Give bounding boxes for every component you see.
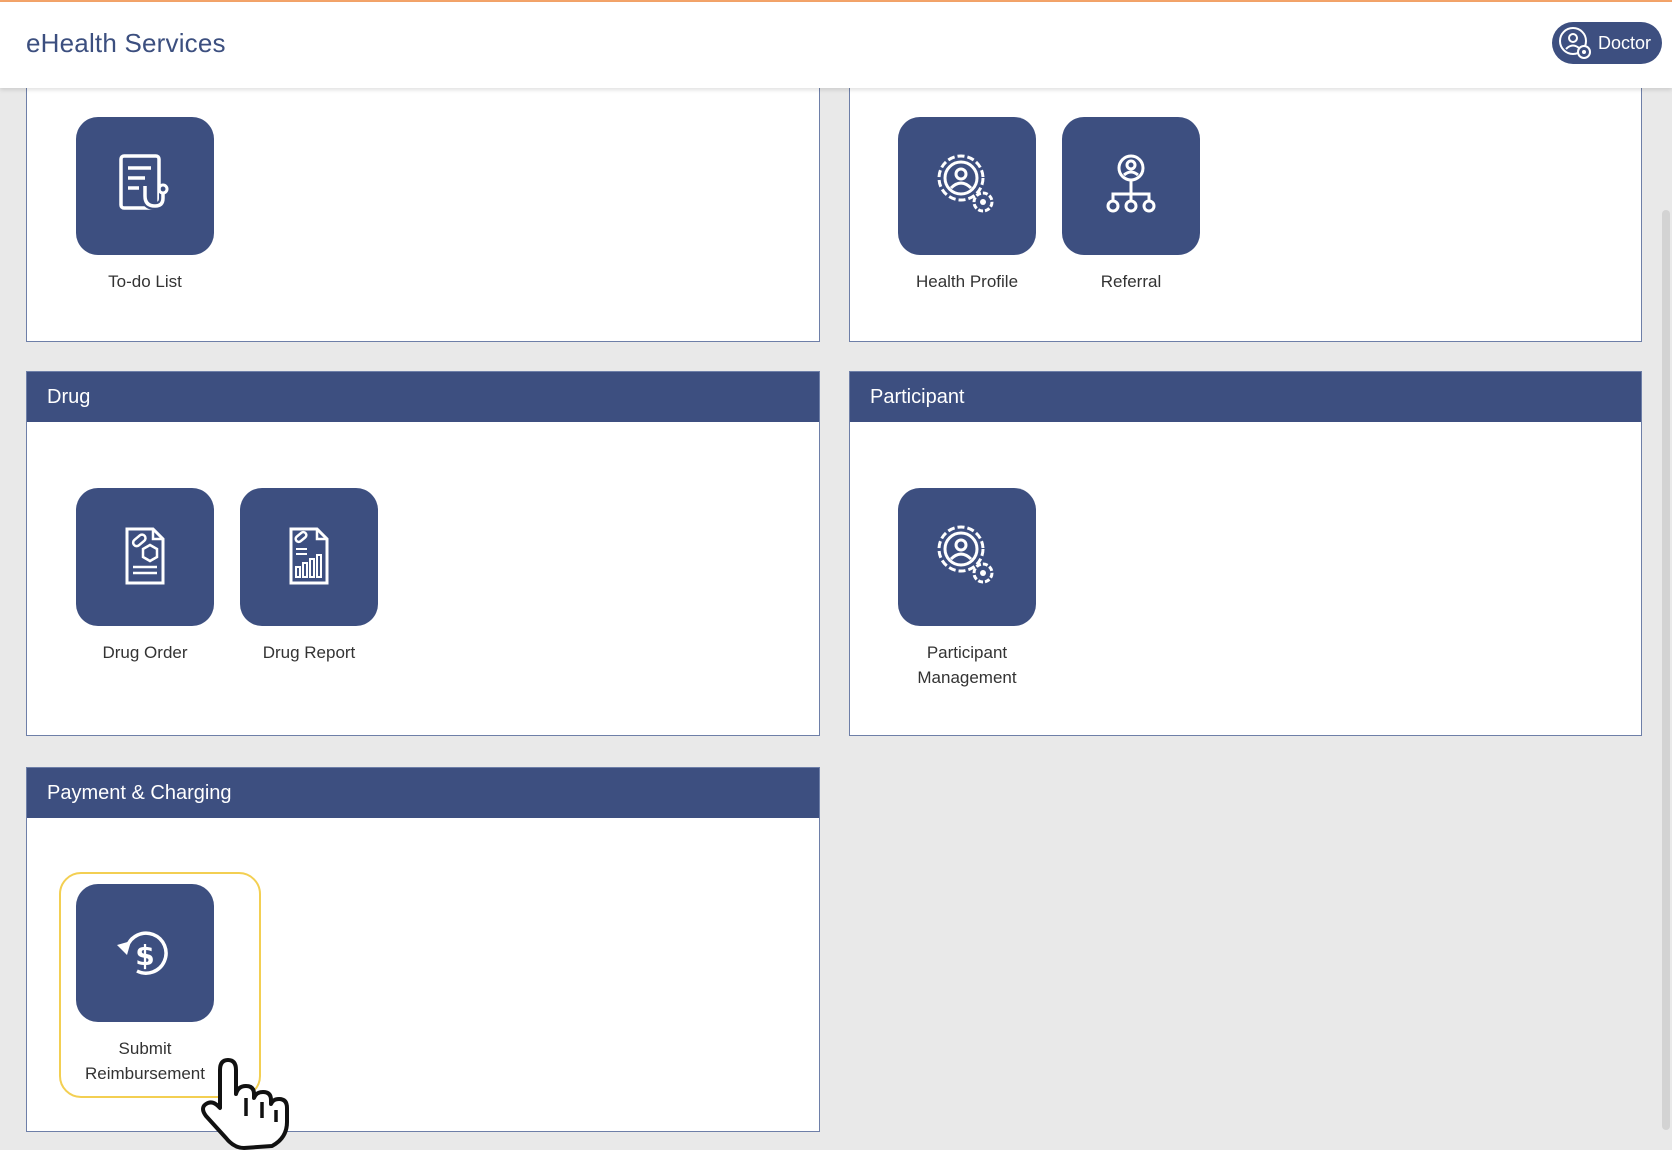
section-card-payment: Payment & Charging $ Submit Reimbursemen…: [26, 767, 820, 1132]
hand-pointer-icon: [201, 1058, 289, 1150]
app-header: eHealth Services Doctor: [0, 2, 1672, 88]
tile-label: Drug Order: [102, 643, 188, 662]
tile-label: Health Profile: [915, 272, 1019, 291]
section-card-participant: Participant Participant Management: [849, 371, 1642, 736]
tile-label: Participant Management: [917, 643, 1017, 687]
tile-todo-list[interactable]: To-do List: [60, 117, 230, 294]
section-header: Drug: [27, 372, 819, 422]
user-role-label: Doctor: [1598, 32, 1652, 53]
tile-drug-order[interactable]: Drug Order: [60, 488, 230, 665]
referral-network-icon: [1106, 154, 1156, 213]
user-gear-icon: [937, 525, 994, 584]
user-role-button[interactable]: Doctor: [1552, 22, 1662, 64]
drug-report-chart-icon: [289, 527, 329, 585]
clipboard-stethoscope-icon: [119, 154, 169, 211]
tile-health-profile[interactable]: Health Profile: [882, 117, 1052, 294]
tile-participant-management[interactable]: Participant Management: [882, 488, 1052, 690]
section-card-drug: Drug Drug Order Drug Report: [26, 371, 820, 736]
section-header: Participant: [850, 372, 1641, 422]
tile-label: Drug Report: [262, 643, 356, 662]
section-header: Payment & Charging: [27, 768, 819, 818]
section-card-todo: To-do List: [26, 70, 820, 342]
tile-referral[interactable]: Referral: [1046, 117, 1216, 294]
user-gear-icon: [937, 154, 994, 213]
tile-icon-box: [898, 488, 1036, 626]
scrollbar-thumb[interactable]: [1662, 210, 1670, 1130]
tile-icon-box: [76, 488, 214, 626]
section-title: Payment & Charging: [47, 782, 232, 804]
section-title: Drug: [47, 386, 91, 408]
tile-icon-box: [1062, 117, 1200, 255]
tile-icon-box: [76, 117, 214, 255]
section-title: Participant: [870, 386, 965, 408]
section-card-health: Health Profile Referral: [849, 70, 1642, 342]
tile-label: To-do List: [108, 272, 182, 291]
tile-icon-box: [898, 117, 1036, 255]
tile-label: Referral: [1100, 272, 1162, 291]
drug-order-document-icon: [125, 527, 165, 585]
user-settings-icon: [1559, 27, 1591, 59]
tile-icon-box: [240, 488, 378, 626]
tile-drug-report[interactable]: Drug Report: [224, 488, 394, 665]
app-title: eHealth Services: [26, 28, 226, 58]
